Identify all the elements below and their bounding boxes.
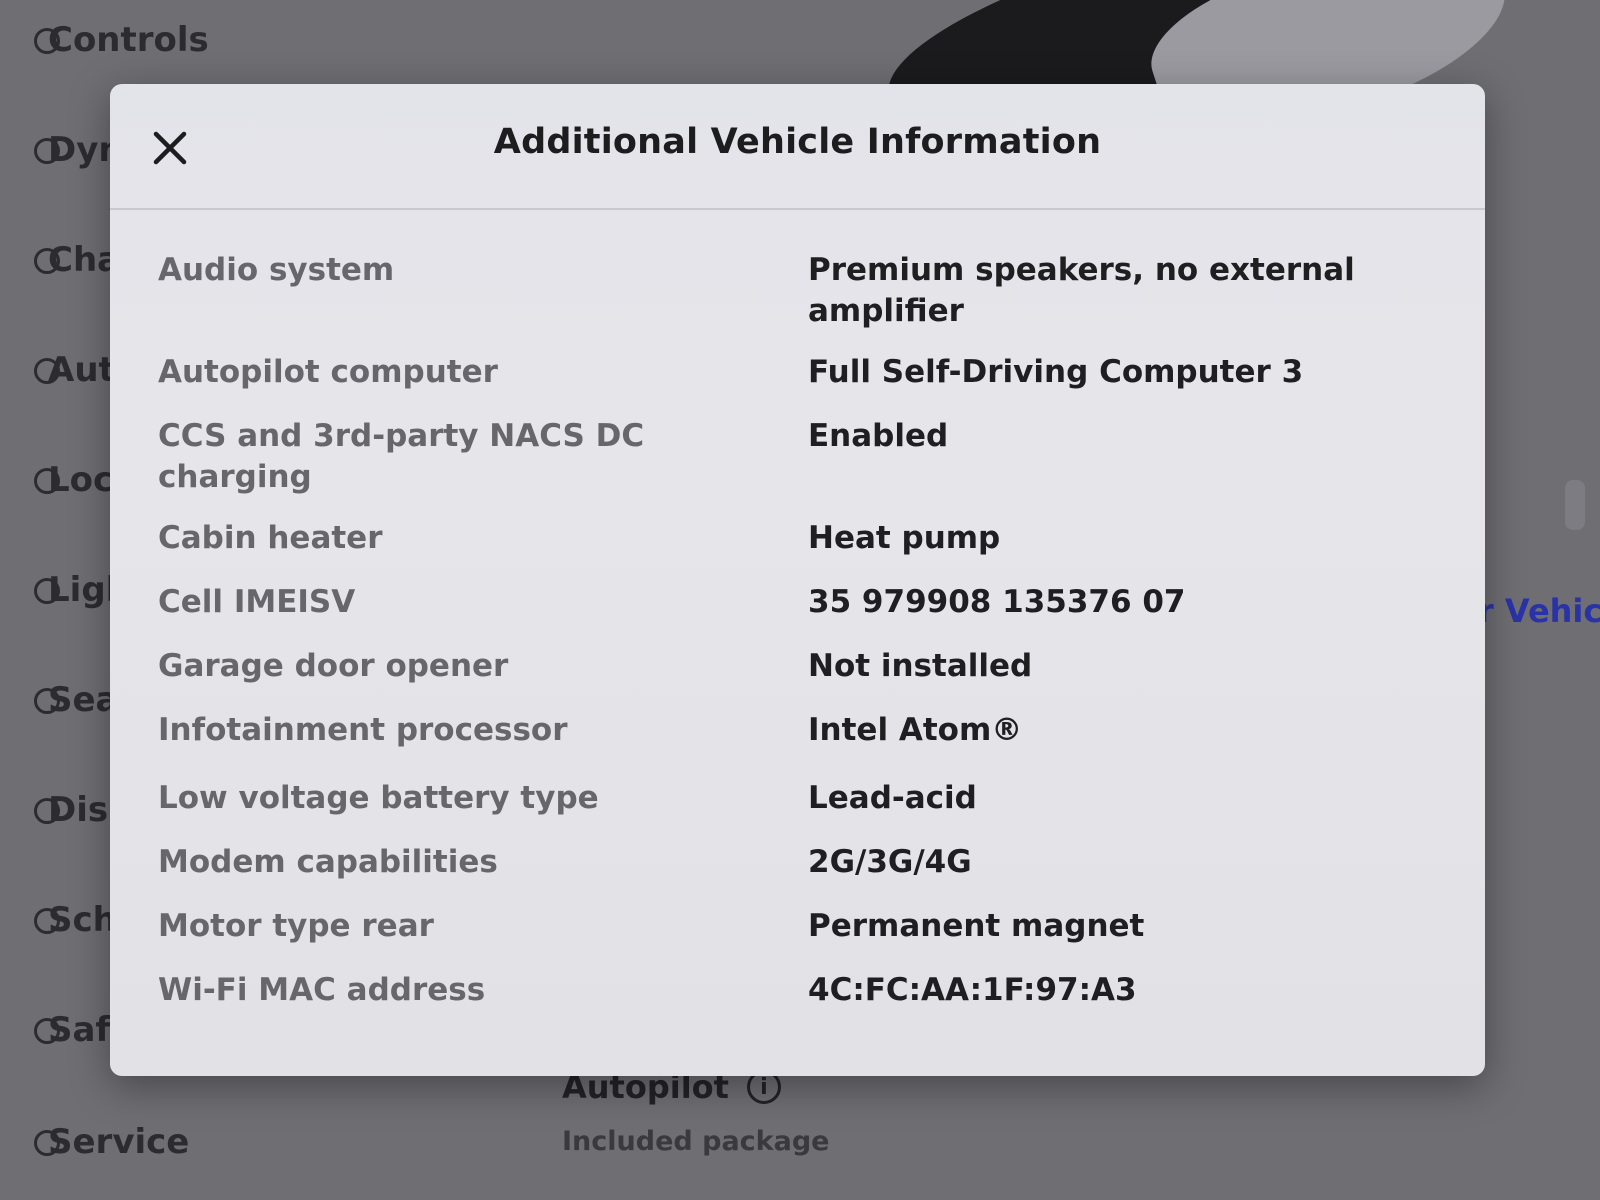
sidebar-item-service[interactable]: Service bbox=[34, 1122, 190, 1162]
info-label: Low voltage battery type bbox=[158, 780, 599, 816]
info-label: Wi-Fi MAC address bbox=[158, 972, 486, 1008]
info-value: Not installed bbox=[808, 648, 1033, 684]
sidebar-item-autopilot[interactable]: Aut bbox=[34, 350, 115, 390]
info-label: Infotainment processor bbox=[158, 712, 568, 748]
info-label: Cell IMEISV bbox=[158, 584, 356, 620]
info-label: Cabin heater bbox=[158, 520, 383, 556]
info-label: Motor type rear bbox=[158, 908, 434, 944]
steering-wheel-icon bbox=[34, 358, 60, 384]
info-label: Garage door opener bbox=[158, 648, 509, 684]
scroll-handle[interactable] bbox=[1565, 480, 1585, 530]
safety-icon bbox=[34, 1018, 60, 1044]
light-icon bbox=[34, 578, 60, 604]
sidebar-item-safety[interactable]: Saf bbox=[34, 1010, 110, 1050]
info-value: 2G/3G/4G bbox=[808, 844, 972, 880]
info-value: Full Self-Driving Computer 3 bbox=[808, 354, 1304, 390]
clock-icon bbox=[34, 908, 60, 934]
modal-title: Additional Vehicle Information bbox=[493, 122, 1102, 162]
car-icon bbox=[34, 138, 60, 164]
info-label: Modem capabilities bbox=[158, 844, 498, 880]
info-value: Heat pump bbox=[808, 520, 1001, 556]
vehicle-info-link[interactable]: r Vehic bbox=[1478, 592, 1600, 630]
sidebar-item-seats[interactable]: Sea bbox=[34, 680, 119, 720]
info-value: Premium speakers, no external amplifier bbox=[808, 252, 1355, 329]
info-label: Audio system bbox=[158, 252, 395, 288]
toggle-icon bbox=[34, 28, 60, 54]
charging-icon bbox=[34, 248, 60, 274]
info-label: CCS and 3rd-party NACS DC charging bbox=[158, 418, 645, 495]
sidebar-item-controls[interactable]: Controls bbox=[34, 20, 209, 60]
additional-vehicle-info-modal: Additional Vehicle Information Audio sys… bbox=[110, 84, 1485, 1076]
info-value: Intel Atom® bbox=[808, 712, 1023, 748]
sidebar-item-label: Controls bbox=[48, 20, 209, 60]
info-label: Autopilot computer bbox=[158, 354, 498, 390]
seat-icon bbox=[34, 688, 60, 714]
info-value: 35 979908 135376 07 bbox=[808, 584, 1186, 620]
modal-header: Additional Vehicle Information bbox=[110, 84, 1485, 210]
sidebar-item-schedule[interactable]: Sch bbox=[34, 900, 117, 940]
info-value: Enabled bbox=[808, 418, 949, 454]
display-icon bbox=[34, 798, 60, 824]
wrench-icon bbox=[34, 1130, 60, 1156]
info-value: 4C:FC:AA:1F:97:A3 bbox=[808, 972, 1137, 1008]
sidebar-item-locks[interactable]: Loc bbox=[34, 460, 113, 500]
autopilot-package-text: Included package bbox=[562, 1126, 830, 1157]
sidebar-item-lights[interactable]: Ligl bbox=[34, 570, 117, 610]
lock-icon bbox=[34, 468, 60, 494]
sidebar-item-display[interactable]: Dis bbox=[34, 790, 108, 830]
info-value: Permanent magnet bbox=[808, 908, 1145, 944]
info-value: Lead-acid bbox=[808, 780, 977, 816]
sidebar-item-label: Service bbox=[48, 1122, 190, 1162]
